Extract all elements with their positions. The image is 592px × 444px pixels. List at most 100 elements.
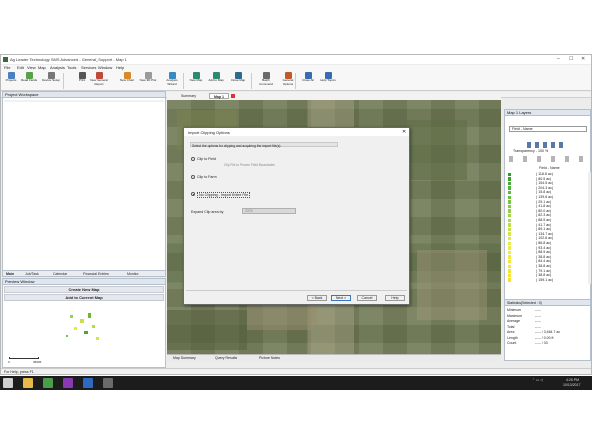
- create-new-map-button[interactable]: Create New Map: [4, 286, 164, 293]
- radio-clip-to-farm[interactable]: [191, 175, 195, 179]
- layer-actions-icons[interactable]: [509, 156, 587, 162]
- menu-help[interactable]: Help: [116, 65, 124, 70]
- stat-row: Area ----- / 3,464.7 ac: [505, 330, 587, 335]
- option-clip-to-field-sub: Clip File to Proven Field Boundaries: [224, 163, 275, 167]
- legend-swatch: [508, 236, 511, 241]
- close-tab-icon[interactable]: [231, 94, 235, 98]
- maximize-button[interactable]: ☐: [569, 56, 573, 62]
- menu-tools[interactable]: Tools: [67, 65, 76, 70]
- taskbar-sms-icon[interactable]: [103, 378, 113, 388]
- close-window-button[interactable]: ✕: [581, 56, 585, 62]
- expand-clip-label: Expand Clip area by: [191, 210, 224, 214]
- batch-command-label: Batch Command: [259, 78, 273, 86]
- close-map-label: Close Map: [230, 78, 246, 82]
- projects-button[interactable]: Projects: [2, 72, 20, 90]
- preview-window-header: Preview Window: [3, 279, 165, 285]
- menu-file[interactable]: File: [4, 65, 10, 70]
- help-topics-button[interactable]: Help Topics: [319, 72, 337, 90]
- app-window: Ag Leader Technology SMS Advanced - Gene…: [0, 54, 592, 375]
- add-to-map-button[interactable]: Add to Map: [207, 72, 225, 90]
- menu-window[interactable]: Window: [98, 65, 112, 70]
- legend-swatch: [508, 200, 511, 204]
- back-button[interactable]: < Back: [307, 295, 327, 301]
- new-general-report-button[interactable]: New General Report: [90, 72, 108, 90]
- radio-clip-to-field[interactable]: [191, 157, 195, 161]
- stat-value: -----: [535, 319, 541, 323]
- tab-main[interactable]: Main: [6, 272, 14, 276]
- map-field-parcel: [417, 250, 487, 320]
- preview-thumbnail: [66, 313, 99, 340]
- legend-swatch: [508, 232, 511, 236]
- tab-monitor[interactable]: Monitor: [127, 272, 139, 276]
- ribbon-separator: [251, 73, 252, 89]
- next-button[interactable]: Next >: [331, 295, 351, 301]
- legend-item[interactable]: ( 159.1 ac): [508, 278, 578, 282]
- legend-swatch: [508, 246, 511, 250]
- stat-key: Length: [507, 335, 518, 340]
- tab-summary[interactable]: Summary: [181, 94, 196, 98]
- taskbar-icons-tray[interactable]: ⌃ ▭ ◁: [532, 378, 543, 382]
- legend-swatch: [508, 213, 511, 218]
- close-all-button[interactable]: Close All: [299, 72, 317, 90]
- add-to-current-map-button[interactable]: Add to Current Map: [4, 294, 164, 301]
- print-button[interactable]: Print: [73, 72, 91, 90]
- menu-view[interactable]: View: [27, 65, 36, 70]
- read-fields-button[interactable]: Read Fields: [20, 72, 38, 90]
- tab-job-task[interactable]: Job/Task: [25, 272, 39, 276]
- menu-map[interactable]: Map: [38, 65, 46, 70]
- legend-swatch: [508, 227, 511, 232]
- batch-command-button[interactable]: Batch Command: [257, 72, 275, 90]
- expand-clip-input[interactable]: 3378: [242, 208, 296, 214]
- legend-swatch: [508, 255, 511, 259]
- new-3d-plot-button[interactable]: New 3D Plot: [139, 72, 157, 90]
- legend-swatch: [508, 181, 511, 186]
- legend-title: Field - Name: [539, 166, 560, 170]
- legend-scrollbar[interactable]: [588, 172, 591, 284]
- taskbar-chrome-icon[interactable]: [43, 378, 53, 388]
- new-chart-label: New Chart: [119, 78, 135, 82]
- stat-row: Length ----- / 0.00 ft: [505, 336, 587, 341]
- cancel-button[interactable]: Cancel: [357, 295, 377, 301]
- analysis-wizard-button[interactable]: Analysis Wizard: [163, 72, 181, 90]
- taskbar-explorer-icon[interactable]: [23, 378, 33, 388]
- device-setup-button[interactable]: Device Setup: [42, 72, 60, 90]
- radio-no-clipping[interactable]: [191, 192, 195, 196]
- menu-edit[interactable]: Edit: [17, 65, 24, 70]
- tab-query-results[interactable]: Query Results: [215, 356, 237, 360]
- menu-analysis[interactable]: Analysis: [50, 65, 65, 70]
- minimize-button[interactable]: –: [557, 56, 560, 62]
- tab-map-1[interactable]: Map 1: [209, 93, 229, 99]
- workspace-tree[interactable]: [4, 100, 164, 102]
- legend-swatch: [508, 195, 511, 199]
- instruction-box: Select the options for clipping and acqu…: [190, 142, 338, 148]
- option-clip-to-farm-label: Clip to Farm: [197, 175, 217, 179]
- help-button[interactable]: Help: [385, 295, 405, 301]
- new-map-label: New Map: [189, 78, 203, 82]
- stat-value: ----- / 3,464.7 ac: [535, 330, 561, 334]
- stat-key: Area: [507, 330, 515, 334]
- new-map-button[interactable]: New Map: [187, 72, 205, 90]
- scale-bar: [9, 357, 39, 359]
- taskbar-time: 4:26 PM: [566, 377, 580, 382]
- new-chart-button[interactable]: New Chart: [118, 72, 136, 90]
- legend-swatch: [508, 186, 511, 190]
- tab-picture-notes[interactable]: Picture Notes: [259, 356, 280, 360]
- dialog-close-button[interactable]: ✕: [402, 129, 406, 135]
- taskbar-windows-icon[interactable]: [3, 378, 13, 388]
- dialog-title: Import Clipping Options: [188, 130, 230, 135]
- taskbar-onenote-icon[interactable]: [63, 378, 73, 388]
- window-title: Ag Leader Technology SMS Advanced - Gene…: [10, 57, 127, 62]
- layer-dropdown[interactable]: Field - Name: [509, 126, 587, 132]
- app-icon: [3, 57, 8, 62]
- legend-swatch: [508, 241, 511, 245]
- ribbon-separator: [183, 73, 184, 89]
- legend-swatch: [508, 273, 511, 278]
- close-map-button[interactable]: Close Map: [229, 72, 247, 90]
- tab-calendar[interactable]: Calendar: [53, 272, 67, 276]
- tab-financial-entries[interactable]: Financial Entries: [83, 272, 109, 276]
- taskbar-outlook-icon[interactable]: [83, 378, 93, 388]
- layer-tools-icons[interactable]: [527, 142, 563, 148]
- status-bar: For Help, press F1: [1, 368, 591, 374]
- menu-services[interactable]: Services: [81, 65, 96, 70]
- tab-map-summary[interactable]: Map Summary: [173, 356, 196, 360]
